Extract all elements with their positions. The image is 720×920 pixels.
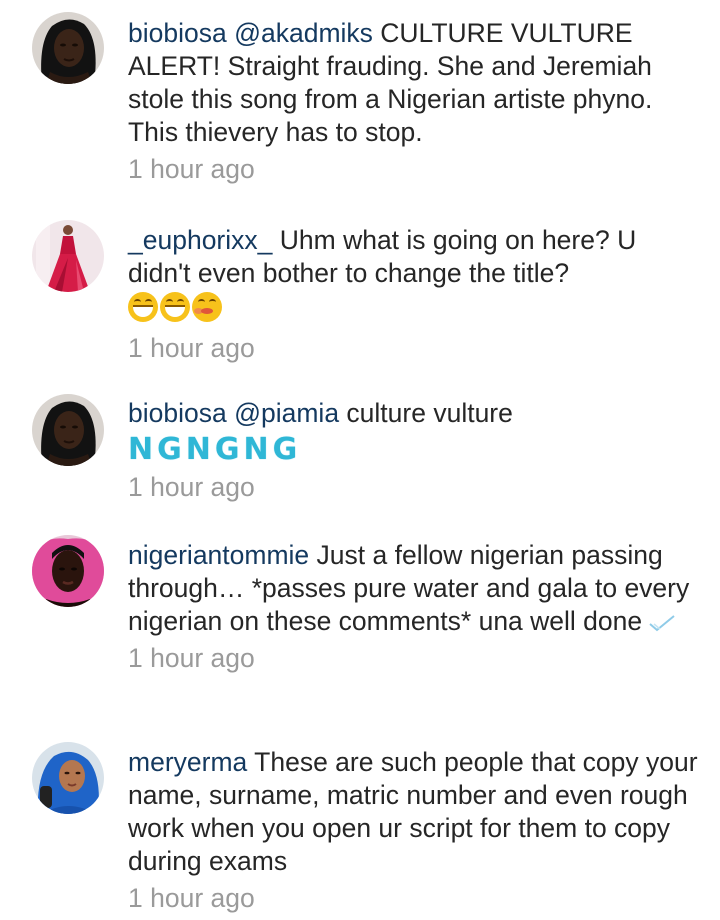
username-link[interactable]: nigeriantommie	[128, 540, 309, 570]
styled-text: NGNGNG	[128, 432, 302, 467]
timestamp[interactable]: 1 hour ago	[128, 642, 703, 675]
comment-message: culture vulture	[339, 398, 513, 428]
username-link[interactable]: biobiosa	[128, 398, 227, 428]
username-link[interactable]: biobiosa	[128, 18, 227, 48]
mention-link[interactable]: @akadmiks	[234, 18, 373, 48]
comment-body: biobiosa @piamia culture vulture NGNGNG …	[128, 397, 703, 504]
timestamp[interactable]: 1 hour ago	[128, 882, 703, 915]
comment-body: biobiosa @akadmiks CULTURE VULTURE ALERT…	[128, 17, 703, 186]
avatar[interactable]	[32, 535, 104, 607]
comment-text: nigeriantommie Just a fellow nigerian pa…	[128, 539, 703, 638]
mention-link[interactable]: @piamia	[234, 398, 339, 428]
comment-body: nigeriantommie Just a fellow nigerian pa…	[128, 539, 703, 675]
avatar[interactable]	[32, 742, 104, 814]
comment-text: meryerma These are such people that copy…	[128, 746, 703, 878]
grinning-tears-emoji	[128, 292, 158, 322]
comment-body: meryerma These are such people that copy…	[128, 746, 703, 915]
comment-text: biobiosa @akadmiks CULTURE VULTURE ALERT…	[128, 17, 703, 149]
grinning-tears-emoji	[160, 292, 190, 322]
comment-text: biobiosa @piamia culture vulture	[128, 397, 703, 430]
avatar[interactable]	[32, 220, 104, 292]
comment-body: _euphorixx_ Uhm what is going on here? U…	[128, 224, 703, 365]
tired-face-emoji	[192, 292, 222, 322]
comment-text: _euphorixx_ Uhm what is going on here? U…	[128, 224, 703, 290]
timestamp[interactable]: 1 hour ago	[128, 471, 703, 504]
emoji-row	[128, 292, 703, 322]
username-link[interactable]: _euphorixx_	[128, 225, 272, 255]
check-mark-icon	[649, 615, 675, 632]
username-link[interactable]: meryerma	[128, 747, 247, 777]
avatar[interactable]	[32, 394, 104, 466]
avatar[interactable]	[32, 12, 104, 84]
timestamp[interactable]: 1 hour ago	[128, 332, 703, 365]
timestamp[interactable]: 1 hour ago	[128, 153, 703, 186]
